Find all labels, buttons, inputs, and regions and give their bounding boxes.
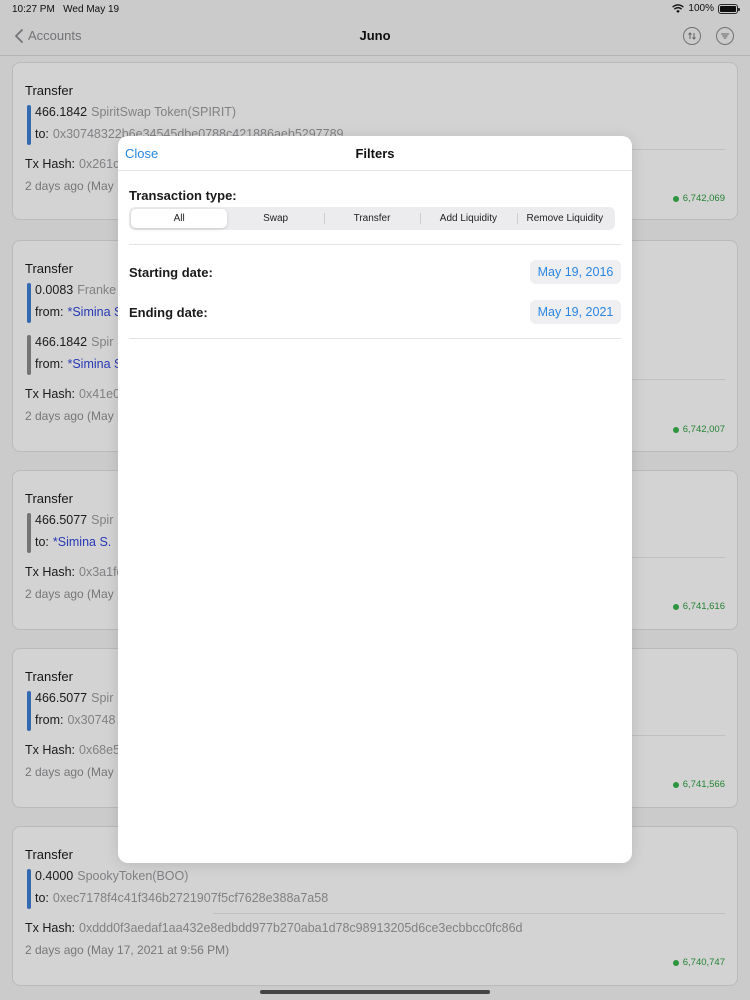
- divider: [129, 338, 621, 339]
- ending-date-picker[interactable]: May 19, 2021: [530, 300, 621, 324]
- ending-date-label: Ending date:: [129, 305, 208, 320]
- segment-transfer[interactable]: Transfer: [323, 209, 420, 228]
- segment-add-liquidity[interactable]: Add Liquidity: [420, 209, 516, 228]
- filters-modal: Close Filters Transaction type: All Swap…: [118, 136, 632, 863]
- starting-date-label: Starting date:: [129, 265, 213, 280]
- segment-remove-liquidity[interactable]: Remove Liquidity: [516, 209, 613, 228]
- starting-date-picker[interactable]: May 19, 2016: [530, 260, 621, 284]
- home-indicator[interactable]: [260, 990, 490, 994]
- segment-swap[interactable]: Swap: [227, 209, 323, 228]
- segment-all[interactable]: All: [131, 209, 228, 228]
- divider: [129, 244, 621, 245]
- modal-header: Close Filters: [118, 136, 632, 171]
- transaction-type-segmented-control: All Swap Transfer Add Liquidity Remove L…: [129, 207, 615, 230]
- transaction-type-label: Transaction type:: [129, 188, 237, 203]
- modal-title: Filters: [355, 146, 395, 161]
